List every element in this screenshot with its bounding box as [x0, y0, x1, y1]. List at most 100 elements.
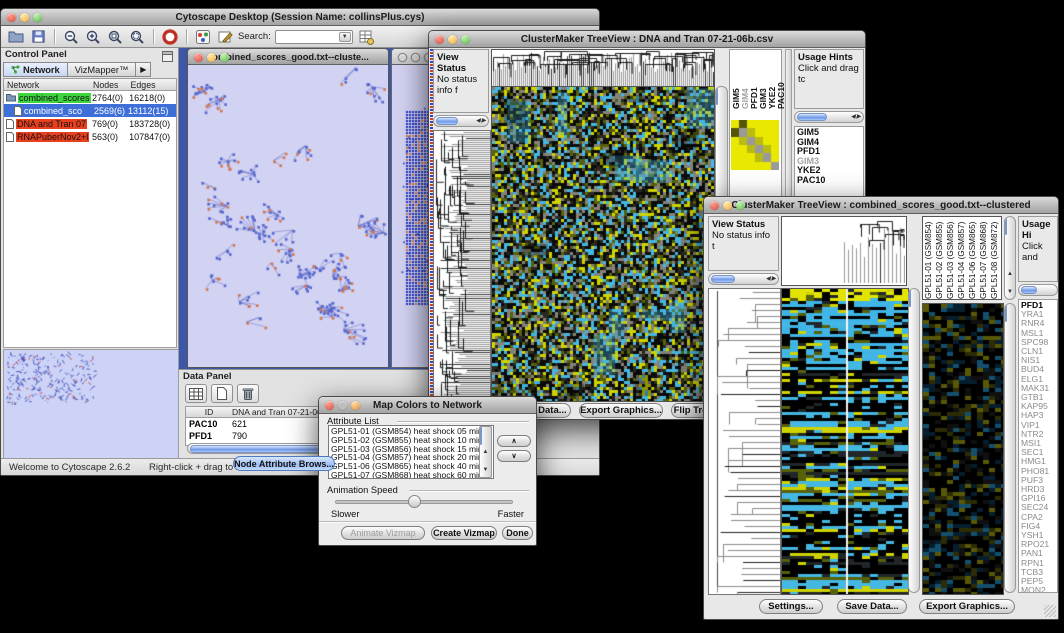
scrollbar-thumb[interactable] — [1005, 216, 1007, 235]
save-icon[interactable] — [29, 28, 47, 46]
export-graphics-button[interactable]: Export Graphics... — [579, 403, 663, 418]
zoom-fit-icon[interactable] — [128, 28, 146, 46]
column-header[interactable]: Network — [4, 80, 93, 90]
scroll-right-icon[interactable]: ▶ — [856, 114, 861, 120]
save-data-button[interactable]: Save Data... — [837, 599, 907, 614]
treeview1-usage-hscrollbar[interactable]: ◀▶ — [794, 111, 864, 123]
annotation-icon[interactable] — [216, 28, 234, 46]
scroll-left-icon[interactable]: ◀ — [476, 118, 481, 124]
scrollbar-thumb[interactable] — [436, 117, 458, 125]
node-attribute-browser-tab[interactable]: Node Attribute Brows... — [233, 456, 335, 471]
close-icon[interactable] — [435, 35, 444, 44]
column-label[interactable]: YKE2 — [767, 51, 776, 109]
treeview2-status-hscrollbar[interactable]: ◀▶ — [708, 273, 779, 285]
help-lifebuoy-icon[interactable] — [161, 28, 179, 46]
network-row-selected[interactable]: combined_sco 2569(6) 13112(15) — [4, 104, 176, 117]
treeview2-row-dendrogram[interactable] — [708, 288, 781, 595]
treeview1-status-hscrollbar[interactable]: ◀▶ — [433, 115, 489, 127]
minimize-icon[interactable] — [20, 13, 29, 22]
column-label[interactable]: PAC10 — [776, 51, 785, 109]
scroll-left-icon[interactable]: ◀ — [766, 276, 771, 282]
resize-grip[interactable] — [1044, 605, 1056, 617]
treeview2-vscrollbar[interactable] — [908, 288, 920, 593]
settings-button[interactable]: Settings... — [759, 599, 823, 614]
column-label[interactable]: GPL51-07 (GSM868) — [979, 217, 990, 299]
animate-vizmap-button[interactable]: Animate Vizmap — [341, 526, 425, 540]
column-label[interactable]: GPL51-04 (GSM857) — [957, 217, 968, 299]
gene-row[interactable]: MON2 — [1021, 586, 1055, 593]
tab-overflow-arrow[interactable]: ▶ — [136, 62, 151, 77]
network-view-window-1[interactable]: combined_scores_good.txt--cluste... — [187, 48, 389, 368]
tab-network[interactable]: Network — [3, 62, 68, 77]
main-title-bar[interactable]: Cytoscape Desktop (Session Name: collins… — [1, 9, 599, 26]
maximize-icon[interactable] — [461, 35, 470, 44]
column-label[interactable]: GPL51-08 (GSM872) — [990, 217, 1001, 299]
treeview2-subheatmap[interactable] — [922, 303, 1004, 595]
column-label[interactable]: GPL51-02 (GSM855) — [935, 217, 946, 299]
done-button[interactable]: Done — [502, 526, 533, 540]
attribute-item[interactable]: GPL51-07 (GSM868) heat shock 60 min — [331, 471, 491, 479]
network-row[interactable]: DNA and Tran 07 769(0) 183728(0) — [4, 117, 176, 130]
vizmapper-icon[interactable] — [194, 28, 212, 46]
column-label[interactable]: GIM5 — [731, 51, 740, 109]
scrollbar-thumb[interactable] — [797, 113, 827, 121]
scroll-right-icon[interactable]: ▶ — [481, 118, 486, 124]
network-row[interactable]: combined_scores 2764(0) 16218(0) — [4, 91, 176, 104]
column-label[interactable]: GPL51-06 (GSM865) — [968, 217, 979, 299]
network-row[interactable]: RNAPuberNov2+l 563(0) 107847(0) — [4, 130, 176, 143]
network-view-1-title-bar[interactable]: combined_scores_good.txt--cluste... — [188, 49, 388, 65]
move-up-button[interactable]: ∧ — [497, 435, 531, 447]
network-table-header[interactable]: Network Nodes Edges — [4, 79, 176, 91]
column-label[interactable]: GPL51-01 (GSM854) — [924, 217, 935, 299]
open-icon[interactable] — [7, 28, 25, 46]
minimize-icon[interactable] — [411, 53, 420, 62]
column-header[interactable]: Nodes — [93, 80, 131, 90]
zoom-selected-icon[interactable] — [106, 28, 124, 46]
scrollbar-thumb[interactable] — [711, 275, 735, 283]
treeview2-sub-vscrollbar[interactable] — [1004, 303, 1016, 593]
float-panel-icon[interactable] — [162, 49, 173, 67]
speed-slider-thumb[interactable] — [408, 495, 421, 508]
tab-vizmapper[interactable]: VizMapper™ — [68, 62, 137, 77]
treeview1-title-bar[interactable]: ClusterMaker TreeView : DNA and Tran 07-… — [429, 31, 865, 48]
scroll-up-icon[interactable]: ▲ — [1007, 271, 1013, 277]
maximize-icon[interactable] — [351, 401, 360, 410]
maximize-icon[interactable] — [736, 201, 745, 210]
new-attribute-icon[interactable] — [211, 384, 233, 403]
scroll-down-icon[interactable]: ▼ — [1007, 289, 1013, 295]
treeview1-row-dendrogram[interactable] — [433, 130, 491, 402]
create-vizmap-button[interactable]: Create Vizmap — [431, 526, 497, 540]
network-table-icon[interactable] — [357, 28, 375, 46]
network-canvas[interactable] — [188, 65, 388, 367]
scroll-down-icon[interactable]: ▼ — [483, 467, 489, 473]
column-header-id[interactable]: ID — [186, 407, 232, 417]
treeview2-usage-hscrollbar[interactable] — [1018, 284, 1058, 296]
scrollbar-thumb[interactable] — [1021, 286, 1037, 294]
minimize-icon[interactable] — [448, 35, 457, 44]
column-header[interactable]: Edges — [131, 80, 176, 90]
delete-attribute-icon[interactable] — [237, 384, 259, 403]
treeview2-column-dendrogram[interactable] — [843, 219, 905, 283]
scroll-left-icon[interactable]: ◀ — [851, 114, 856, 120]
column-label[interactable]: PFD1 — [749, 51, 758, 109]
close-icon[interactable] — [710, 201, 719, 210]
close-icon[interactable] — [194, 53, 203, 62]
search-input[interactable]: ▼ — [275, 30, 353, 44]
close-icon[interactable] — [7, 13, 16, 22]
treeview2-title-bar[interactable]: ClusterMaker TreeView : combined_scores_… — [704, 197, 1058, 214]
zoom-out-icon[interactable] — [62, 28, 80, 46]
move-down-button[interactable]: ∨ — [497, 450, 531, 462]
table-row[interactable]: PAC10 621 — [186, 418, 334, 430]
column-header-attr[interactable]: DNA and Tran 07-21-06... — [232, 407, 332, 417]
column-label[interactable]: GIM3 — [758, 51, 767, 109]
treeview1-subheatmap[interactable] — [731, 120, 779, 170]
scroll-up-icon[interactable]: ▲ — [483, 449, 489, 455]
scrollbar-thumb[interactable] — [909, 288, 911, 307]
treeview1-heatmap[interactable] — [491, 86, 715, 402]
column-label[interactable]: GPL51-03 (GSM856) — [946, 217, 957, 299]
chevron-down-icon[interactable]: ▼ — [339, 32, 351, 42]
attribute-select-icon[interactable] — [185, 384, 207, 403]
minimize-icon[interactable] — [207, 53, 216, 62]
maximize-icon[interactable] — [220, 53, 229, 62]
close-icon[interactable] — [398, 53, 407, 62]
